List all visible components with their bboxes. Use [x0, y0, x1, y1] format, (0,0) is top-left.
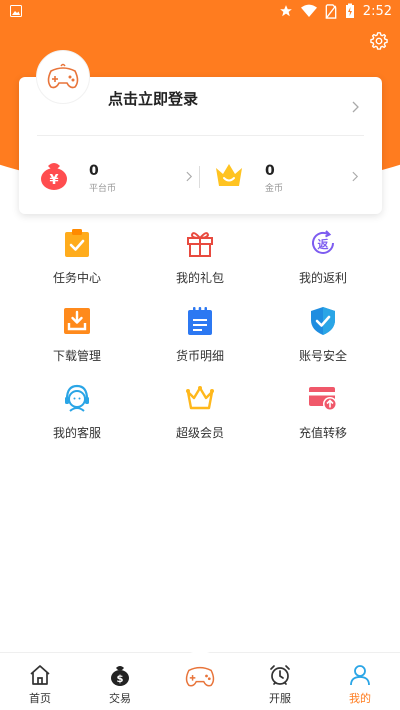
notepad-icon — [188, 307, 212, 335]
wifi-icon — [300, 4, 317, 18]
menu-label: 我的返利 — [298, 271, 347, 285]
tab-label: 我的 — [349, 692, 371, 705]
image-notification-icon — [10, 5, 22, 17]
tab-label: 开服 — [269, 692, 291, 705]
menu-label: 超级会员 — [175, 426, 224, 440]
menu-label: 我的礼包 — [175, 271, 224, 285]
stats-separator — [199, 166, 200, 188]
menu-label: 我的客服 — [52, 426, 101, 440]
menu-label: 下载管理 — [52, 349, 101, 363]
menu-super-member[interactable]: 超级会员 — [150, 382, 250, 452]
crown-icon — [216, 164, 242, 186]
menu-my-gifts[interactable]: 我的礼包 — [150, 227, 250, 297]
tab-label: 交易 — [109, 692, 131, 705]
gold-coin-label: 金币 — [265, 184, 284, 194]
alarm-clock-icon — [270, 665, 290, 685]
battery-charging-icon — [345, 3, 354, 18]
chevron-right-icon[interactable] — [186, 171, 193, 182]
tab-mine[interactable]: 我的 — [330, 653, 390, 710]
menu-label: 账号安全 — [298, 349, 347, 363]
menu-label: 充值转移 — [298, 426, 347, 440]
shield-icon — [311, 307, 335, 335]
gamepad-logo-icon — [185, 666, 215, 687]
menu-my-rebate[interactable]: 返 我的返利 — [273, 227, 373, 297]
avatar[interactable] — [36, 50, 90, 104]
gear-icon[interactable] — [368, 30, 390, 52]
bottom-nav: 首页 $ 交易 开服 我的 — [0, 651, 400, 710]
platform-coin-label: 平台币 — [89, 184, 117, 194]
status-bar: 2:52 — [0, 0, 400, 24]
star-icon — [279, 5, 292, 17]
tab-label: 首页 — [29, 692, 51, 705]
card-divider — [37, 135, 364, 136]
task-clipboard-icon — [65, 229, 89, 257]
money-bag-icon: ¥ — [41, 163, 67, 190]
chevron-right-icon[interactable] — [352, 171, 359, 182]
platform-coin-value: 0 — [89, 163, 99, 179]
crown-icon — [186, 386, 214, 410]
svg-text:¥: ¥ — [49, 173, 58, 188]
chevron-right-icon[interactable] — [352, 101, 360, 113]
menu-download-manager[interactable]: 下载管理 — [27, 305, 127, 375]
tab-home[interactable]: 首页 — [10, 653, 70, 710]
menu-recharge-transfer[interactable]: 充值转移 — [273, 382, 373, 452]
tab-server-open[interactable]: 开服 — [250, 653, 310, 710]
clock-time: 2:52 — [362, 3, 392, 19]
tab-trade[interactable]: $ 交易 — [90, 653, 150, 710]
menu-currency-details[interactable]: 货币明细 — [150, 305, 250, 375]
gold-coin-value: 0 — [265, 163, 275, 179]
rebate-icon: 返 — [312, 230, 334, 254]
menu-label: 货币明细 — [175, 349, 224, 363]
gamepad-logo-icon — [47, 63, 79, 89]
menu-account-security[interactable]: 账号安全 — [273, 305, 373, 375]
login-prompt[interactable]: 点击立即登录 — [108, 88, 198, 109]
gift-icon — [187, 232, 213, 257]
card-transfer-icon — [309, 387, 337, 411]
no-sim-icon — [325, 3, 337, 19]
home-icon — [30, 665, 50, 685]
money-bag-icon: $ — [111, 666, 129, 686]
center-game-button[interactable] — [175, 651, 225, 701]
svg-text:返: 返 — [318, 237, 329, 251]
menu-customer-service[interactable]: 我的客服 — [27, 382, 127, 452]
headset-agent-icon — [65, 384, 89, 412]
person-icon — [350, 665, 370, 686]
menu-label: 任务中心 — [52, 271, 101, 285]
download-tray-icon — [64, 308, 90, 334]
svg-text:$: $ — [117, 674, 124, 685]
menu-task-center[interactable]: 任务中心 — [27, 227, 127, 297]
